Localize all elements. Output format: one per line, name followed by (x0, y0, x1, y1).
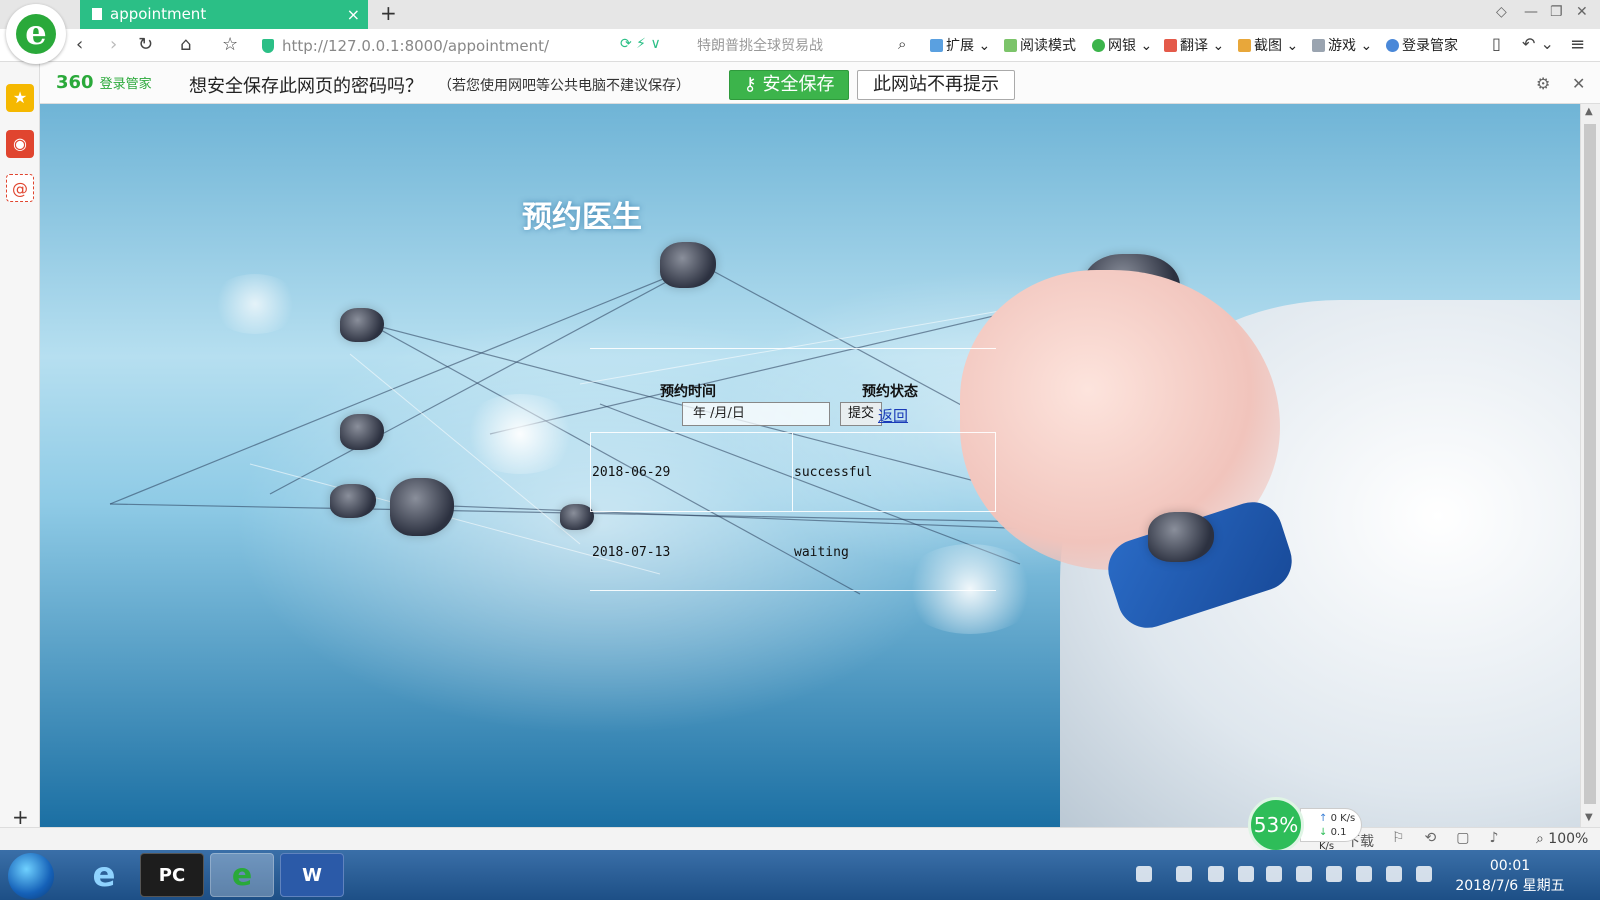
toolbar-games[interactable]: 游戏 ⌄ (1312, 35, 1372, 57)
molecule-gem (330, 484, 376, 518)
forward-arrow-icon[interactable]: › (110, 34, 117, 55)
row-date: 2018-07-13 (592, 545, 671, 560)
scroll-up-arrow-icon[interactable]: ▲ (1585, 106, 1593, 117)
zoom-level[interactable]: ⌕ 100% (1536, 831, 1588, 847)
menu-icon[interactable]: ≡ (1570, 34, 1585, 55)
system-clock[interactable]: 00:01 2018/7/6 星期五 (1450, 856, 1570, 896)
molecule-gem (660, 242, 716, 288)
qq-icon[interactable] (1296, 866, 1312, 882)
save-password-question: 想安全保存此网页的密码吗？ (189, 76, 423, 97)
bluetooth-icon[interactable] (1326, 866, 1342, 882)
reload-icon[interactable]: ↻ (138, 34, 153, 55)
search-field[interactable]: 特朗普挑全球贸易战 (697, 34, 917, 58)
download-arrow-icon: ↓ (1319, 827, 1331, 838)
skin-icon[interactable]: ◇ (1496, 4, 1507, 20)
tab-close-button[interactable]: × (347, 0, 360, 29)
minimize-button[interactable]: — (1524, 4, 1538, 20)
clock-date: 2018/7/6 星期五 (1455, 878, 1565, 894)
bookmark-star-icon[interactable]: ☆ (222, 34, 238, 55)
toolbar-bank[interactable]: 网银 ⌄ (1092, 35, 1152, 57)
molecule-gem (340, 308, 384, 342)
signal-icon[interactable] (1386, 866, 1402, 882)
word-icon[interactable]: W (280, 853, 344, 897)
restore-button[interactable]: ❐ (1550, 4, 1563, 20)
toolbar-screenshot[interactable]: 截图 ⌄ (1238, 35, 1298, 57)
toolbar-reading-mode[interactable]: 阅读模式 (1004, 35, 1076, 57)
light-flare (900, 544, 1040, 634)
close-bar-icon[interactable]: ✕ (1572, 74, 1585, 93)
start-button[interactable] (8, 853, 54, 899)
weibo-icon[interactable]: ◉ (6, 130, 34, 158)
molecule-gem (340, 414, 384, 450)
molecule-gem (390, 478, 454, 536)
undo-icon[interactable]: ↶ ⌄ (1522, 34, 1554, 53)
360-browser-icon[interactable]: e (210, 853, 274, 897)
save-password-hint: （若您使用网吧等公共电脑不建议保存） (438, 78, 690, 94)
url-field[interactable]: http://127.0.0.1:8000/appointment/ (262, 34, 682, 58)
appointment-date-input[interactable]: 年 /月/日 (682, 402, 830, 426)
scrollbar-thumb[interactable] (1584, 124, 1596, 804)
page-title: 预约医生 (522, 200, 642, 235)
column-divider (792, 433, 793, 511)
toolbar-login-manager[interactable]: 登录管家 (1386, 35, 1458, 57)
reader-icon[interactable]: ▯ (1492, 34, 1501, 53)
back-arrow-icon[interactable]: ‹ (76, 34, 83, 55)
table-bottom-rule (590, 590, 996, 591)
column-header-status: 预约状态 (862, 384, 918, 400)
zoom-icon: ⌕ (1536, 831, 1549, 847)
url-path: :8000/appointment/ (399, 37, 550, 55)
volume-mute-icon[interactable] (1266, 866, 1282, 882)
settings-gear-icon[interactable]: ⚙ (1536, 74, 1550, 93)
row-status: successful (794, 465, 873, 480)
molecule-gem (560, 504, 594, 530)
security-shield-icon[interactable] (1176, 866, 1192, 882)
status-tools-icon[interactable]: ⚐⟲▢♪ (1392, 830, 1518, 846)
upload-arrow-icon: ↑ (1319, 813, 1331, 824)
table-top-rule (590, 348, 996, 349)
battery-icon[interactable] (1416, 866, 1432, 882)
url-host: http://127.0.0.1 (282, 37, 400, 55)
row-status: waiting (794, 545, 849, 560)
favorites-star-icon[interactable]: ★ (6, 84, 34, 112)
close-window-button[interactable]: ✕ (1576, 4, 1588, 20)
submit-button[interactable]: 提交 (840, 402, 882, 426)
tab-appointment[interactable]: appointment × (80, 0, 368, 29)
light-flare (210, 274, 300, 334)
tray-app-icon[interactable] (1208, 866, 1224, 882)
tab-title: appointment (110, 5, 207, 23)
key-icon: ⚷ (743, 74, 763, 95)
usb-icon[interactable] (1238, 866, 1254, 882)
clock-time: 00:01 (1489, 858, 1531, 874)
secure-save-button[interactable]: ⚷ 安全保存 (729, 70, 849, 100)
secure-shield-icon (262, 39, 274, 53)
search-icon[interactable]: ⌕ (898, 35, 906, 53)
home-icon[interactable]: ⌂ (180, 34, 191, 55)
network-speed-panel: ↑ 0 K/s ↓ 0.1 K/s (1300, 808, 1362, 852)
pycharm-icon[interactable]: PC (140, 853, 204, 897)
browser-logo-icon[interactable]: e (6, 4, 66, 64)
page-icon (92, 8, 102, 20)
toolbar-translate[interactable]: 翻译 ⌄ (1164, 35, 1224, 57)
back-link[interactable]: 返回 (878, 405, 908, 426)
ie-icon[interactable]: e (72, 853, 136, 897)
speed-icon[interactable]: ⟳ ⚡ ∨ (620, 36, 661, 52)
toolbar-extensions[interactable]: 扩展 ⌄ (930, 35, 990, 57)
network-usage-badge[interactable]: 53% (1248, 797, 1304, 853)
sidebar-add-icon[interactable]: + (12, 805, 29, 829)
never-for-site-button[interactable]: 此网站不再提示 (857, 70, 1015, 100)
scroll-down-arrow-icon[interactable]: ▼ (1585, 812, 1593, 823)
row-date: 2018-06-29 (592, 465, 671, 480)
keyboard-icon[interactable] (1136, 866, 1152, 882)
mail-icon[interactable]: @ (6, 174, 34, 202)
light-flare (460, 394, 580, 474)
login-manager-brand: 360 登录管家 (56, 72, 152, 93)
new-tab-button[interactable]: + (380, 1, 397, 25)
molecule-gem (1148, 512, 1214, 562)
display-icon[interactable] (1356, 866, 1372, 882)
column-header-time: 预约时间 (660, 384, 716, 400)
